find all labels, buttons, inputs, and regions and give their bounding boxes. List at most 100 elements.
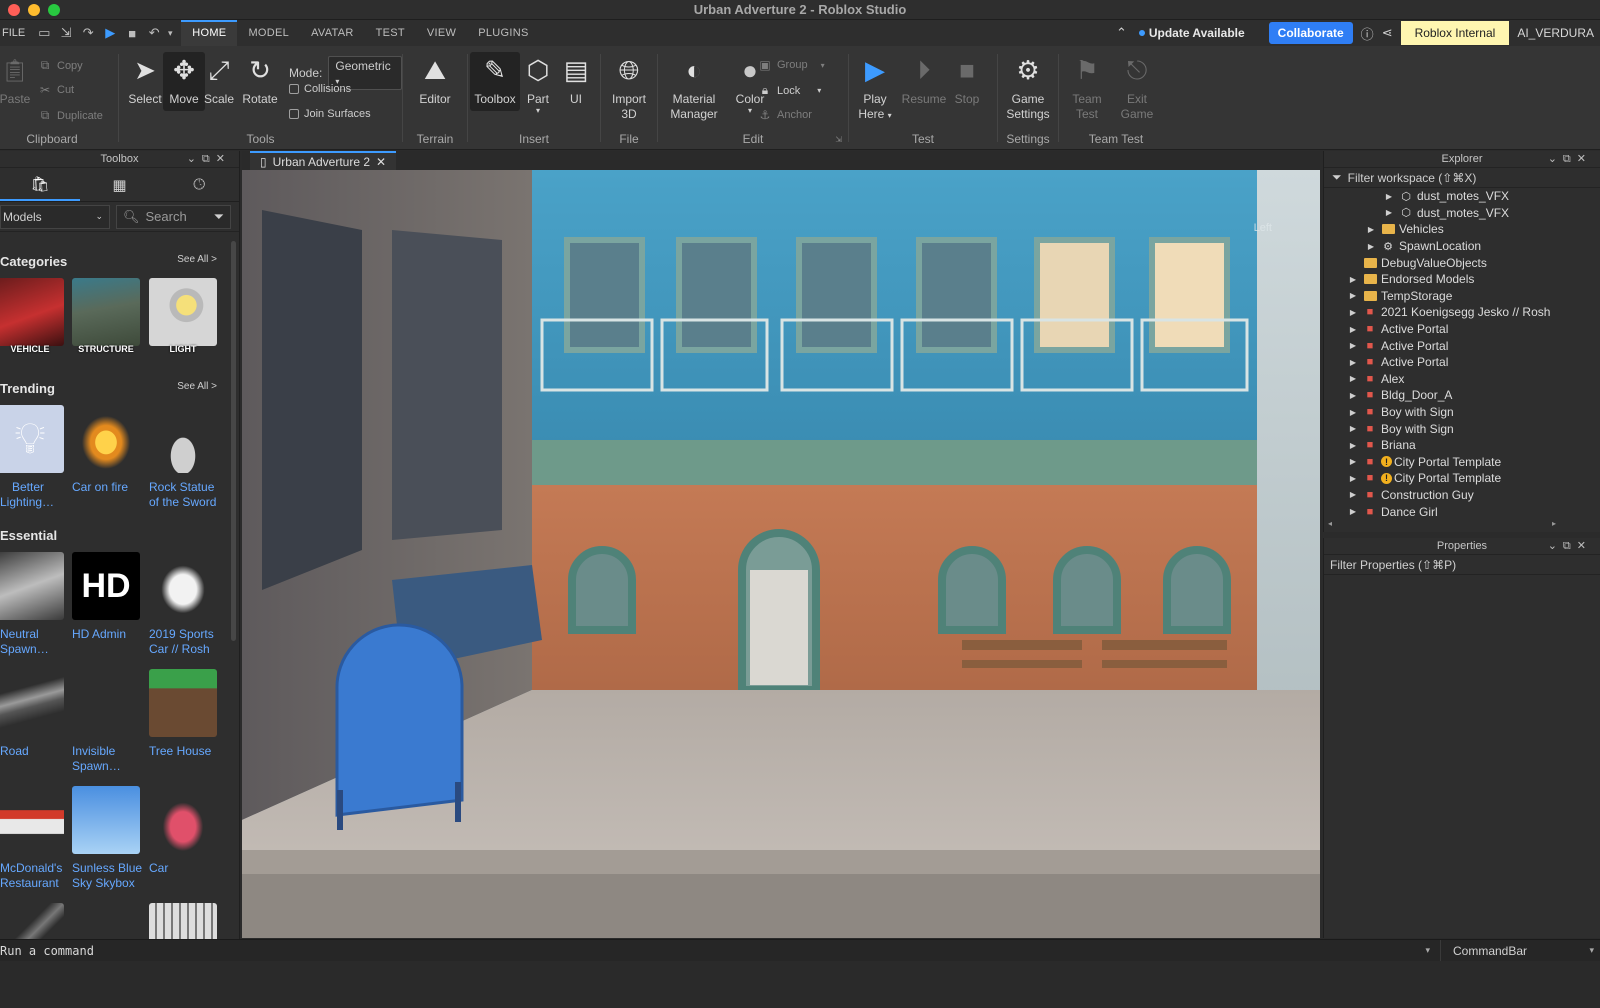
explorer-item[interactable]: ▶ ⬡ dust_motes_VFX [1324,188,1600,205]
close-window-button[interactable] [8,4,20,16]
tab-urban-adventure[interactable]: ▯ Urban Adverture 2 ✕ [250,151,397,170]
tab-marketplace[interactable]: 🛍︎ [0,168,80,201]
asset-road[interactable] [0,669,64,751]
explorer-horizontal-scrollbar[interactable]: ◂ ▸ [1324,519,1564,530]
asset-skybox[interactable] [72,786,140,868]
close-icon[interactable]: ✕ [1577,540,1592,552]
tab-avatar[interactable]: AVATAR [300,20,365,46]
maximize-window-button[interactable] [48,4,60,16]
expand-arrow-icon[interactable]: ▶ [1384,192,1394,201]
explorer-item[interactable]: ▶ ■ Boy with Sign [1324,420,1600,437]
update-available[interactable]: Update Available [1138,26,1245,40]
lock-button[interactable]: 🔒︎ Lock ▾ [758,83,821,98]
close-icon[interactable]: ✕ [1577,153,1592,165]
undo-icon[interactable]: ↶ [143,23,165,43]
search-input[interactable]: Search [146,209,187,224]
close-icon[interactable]: ✕ [216,153,231,165]
category-vehicle[interactable]: VEHICLE [0,278,64,360]
expand-group-icon[interactable]: ⇲ [835,135,842,144]
explorer-item[interactable]: ▶ ■ Active Portal [1324,321,1600,338]
asset-mcdonalds[interactable] [0,786,64,868]
tab-home[interactable]: HOME [181,20,238,46]
toolbox-scrollbar[interactable] [231,241,236,641]
explorer-item[interactable]: ▶ ■! City Portal Template [1324,470,1600,487]
expand-arrow-icon[interactable]: ▶ [1384,208,1394,217]
explorer-item[interactable]: ▶ ■ Briana [1324,437,1600,454]
help-icon[interactable]: ⓘ [1361,24,1374,43]
expand-arrow-icon[interactable]: ▶ [1348,275,1358,284]
explorer-item[interactable]: ▶ Vehicles [1324,221,1600,238]
play-icon[interactable]: ▶ [99,23,121,43]
tab-recent[interactable]: 🕓︎ [159,168,239,201]
collaborate-button[interactable]: Collaborate [1268,22,1353,44]
explorer-item[interactable]: ▶ ⚙ SpawnLocation [1324,238,1600,255]
material-manager-button[interactable]: ◐ Material Manager [662,52,726,122]
expand-arrow-icon[interactable]: ▶ [1348,308,1358,317]
expand-arrow-icon[interactable]: ▶ [1348,291,1358,300]
anchor-button[interactable]: ⚓ Anchor [758,108,812,122]
file-menu[interactable]: FILE [0,27,33,39]
asset-car-name[interactable]: Car [149,861,223,876]
asset-mcdonalds-name[interactable]: McDonald's Restaurant [0,861,74,891]
collapse-ribbon-icon[interactable]: ⌃ [1116,25,1127,41]
asset-sports-car-name[interactable]: 2019 Sports Car // Rosh [149,627,223,657]
explorer-item[interactable]: ▶ ■ Dance Girl [1324,503,1600,520]
undock-icon[interactable]: ⧉ [202,153,216,165]
explorer-item[interactable]: ▶ TempStorage [1324,288,1600,305]
join-surfaces-checkbox[interactable] [289,109,299,119]
tab-view[interactable]: VIEW [416,20,467,46]
asset-neutral-spawn[interactable] [0,552,64,634]
asset-hd-admin[interactable]: HD [72,552,140,634]
team-test-button[interactable]: ⚑ Team Test [1065,52,1109,122]
explorer-item[interactable]: ▶ ■ Alex [1324,371,1600,388]
undock-icon[interactable]: ⧉ [1563,153,1577,165]
user-account[interactable]: AI_VERDURA [1517,26,1600,40]
explorer-item[interactable]: ▶ ■ Boy with Sign [1324,404,1600,421]
chevron-down-icon[interactable]: ⌄ [187,153,202,165]
group-button[interactable]: ▣ Group ▾ [758,58,824,72]
asset-car-on-fire[interactable] [72,405,140,487]
share-icon[interactable]: ⋖ [1382,25,1393,41]
expand-arrow-icon[interactable]: ▶ [1348,457,1358,466]
3d-viewport[interactable]: Left [242,170,1320,938]
paste-button[interactable]: 📋︎ Paste [0,52,30,107]
explorer-item[interactable]: ▶ ■ Bldg_Door_A [1324,387,1600,404]
expand-arrow-icon[interactable]: ▶ [1348,325,1358,334]
terrain-editor-button[interactable]: ⛰ Editor [411,52,459,107]
chevron-left-icon[interactable]: ◂ [1328,519,1332,528]
import-3d-button[interactable]: 🌐︎ Import 3D [605,52,653,122]
explorer-item[interactable]: ▶ Endorsed Models [1324,271,1600,288]
exit-game-button[interactable]: ⎋ Exit Game [1115,52,1159,122]
asset-better-lighting-name[interactable]: Better Lighting… [0,480,74,510]
properties-filter[interactable]: Filter Properties (⇧⌘P) [1324,555,1600,575]
scale-tool[interactable]: ⤢ Scale [199,52,239,107]
collisions-toggle[interactable]: Collisions [289,83,351,95]
part-button[interactable]: ⬡ Part ▾ [518,52,558,115]
category-structure[interactable]: STRUCTURE [72,278,140,360]
asset-tree-house-name[interactable]: Tree House [149,744,223,759]
asset-neutral-spawn-name[interactable]: Neutral Spawn… [0,627,74,657]
category-light[interactable]: LIGHT [149,278,217,360]
properties-filter-input[interactable]: Filter Properties (⇧⌘P) [1330,558,1456,572]
chevron-down-icon[interactable]: ⌄ [1548,153,1563,165]
collisions-checkbox[interactable] [289,84,299,94]
game-settings-button[interactable]: ⚙ Game Settings [1002,52,1054,122]
stop-button[interactable]: ■ Stop [947,52,987,107]
explorer-item[interactable]: ▶ ■ Active Portal [1324,354,1600,371]
view-cube-label[interactable]: Left [1254,222,1272,234]
asset-rock-statue[interactable] [149,405,217,487]
join-surfaces-toggle[interactable]: Join Surfaces [289,108,371,120]
ui-button[interactable]: ▤ UI [558,52,594,107]
publish-icon[interactable]: ⇲ [55,23,77,43]
trending-see-all[interactable]: See All > [177,381,217,392]
expand-arrow-icon[interactable]: ▶ [1348,374,1358,383]
command-bar-selector[interactable]: CommandBar ▾ [1440,939,1600,962]
tab-test[interactable]: TEST [365,20,416,46]
expand-arrow-icon[interactable]: ▶ [1348,408,1358,417]
explorer-filter[interactable]: ⏷ Filter workspace (⇧⌘X) [1324,168,1600,188]
asset-skybox-name[interactable]: Sunless Blue Sky Skybox [72,861,146,891]
asset-better-lighting[interactable]: 💡︎ [0,405,64,487]
asset-sports-car[interactable] [149,552,217,634]
expand-arrow-icon[interactable]: ▶ [1366,242,1376,251]
expand-arrow-icon[interactable]: ▶ [1366,225,1376,234]
